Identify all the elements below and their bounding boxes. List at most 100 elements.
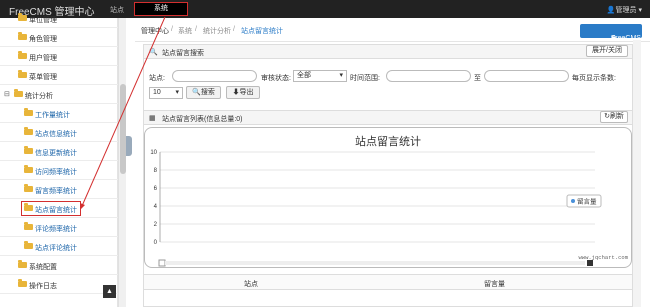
breadcrumb: 管理中心 / 系统 / 统计分析 / 站点留言统计 ◉ FreeCMS ▾ xyxy=(135,18,650,42)
refresh-button[interactable]: ↻刷新 xyxy=(600,111,628,123)
y-tick-label: 8 xyxy=(154,168,158,174)
sidebar-item[interactable]: 站点信息统计 xyxy=(0,123,118,142)
sidebar-item-label: 角色管理 xyxy=(29,36,57,43)
sidebar-item-label: 统计分析 xyxy=(25,93,53,100)
start-date-input[interactable] xyxy=(386,70,471,82)
freecms-dropdown-button[interactable]: ◉ FreeCMS ▾ xyxy=(580,24,642,42)
chart-legend: 留言量 xyxy=(566,194,602,208)
folder-icon xyxy=(18,13,27,21)
user-menu[interactable]: 👤管理员 ▾ xyxy=(607,5,642,15)
folder-icon xyxy=(18,279,27,287)
refresh-label: 刷新 xyxy=(609,113,624,120)
chart-axes: 0 2 4 6 8 10 xyxy=(150,150,595,246)
y-tick-label: 2 xyxy=(154,222,158,228)
main-content: 管理中心 / 系统 / 统计分析 / 站点留言统计 ◉ FreeCMS ▾ 🔍 … xyxy=(135,18,650,307)
folder-icon xyxy=(24,241,33,249)
page-size-label: 每页显示条数: xyxy=(572,75,616,82)
legend-label: 留言量 xyxy=(577,197,597,206)
sidebar-item[interactable]: ⊟ 统计分析 xyxy=(0,85,118,104)
folder-icon xyxy=(24,165,33,173)
folder-icon xyxy=(24,146,33,154)
col-message-count: 留言量 xyxy=(484,281,505,288)
status-value: 全部 xyxy=(297,72,311,79)
time-range-label: 时间范围: xyxy=(350,75,380,82)
sidebar-item-label: 评论频率统计 xyxy=(35,226,77,233)
folder-icon xyxy=(18,70,27,78)
download-icon: ⬇ xyxy=(232,89,240,96)
nav-system[interactable]: 系统 xyxy=(134,2,188,16)
end-date-input[interactable] xyxy=(484,70,569,82)
sidebar-scrollbar[interactable] xyxy=(118,18,126,307)
sidebar-scroll-thumb[interactable] xyxy=(120,84,126,174)
collapse-sidebar-handle[interactable] xyxy=(126,136,132,156)
site-input[interactable] xyxy=(172,70,257,82)
search-icon: 🔍 xyxy=(192,89,201,96)
folder-icon xyxy=(24,108,33,116)
folder-icon xyxy=(18,260,27,268)
sidebar-item[interactable]: 评论频率统计 xyxy=(0,218,118,237)
to-label: 至 xyxy=(474,75,481,82)
page-size-select[interactable]: 10 ▾ xyxy=(149,87,183,99)
chart-watermark: www.jqchart.com xyxy=(578,254,628,261)
sidebar-item-label: 访问频率统计 xyxy=(35,169,77,176)
caret-down-icon: ▾ xyxy=(636,7,642,14)
folder-icon xyxy=(14,89,23,97)
sidebar-item[interactable]: 信息更新统计 xyxy=(0,142,118,161)
chart-zoom-track[interactable] xyxy=(165,261,585,265)
folder-icon xyxy=(24,222,33,230)
sidebar-item-label: 用户管理 xyxy=(29,55,57,62)
y-tick-label: 6 xyxy=(154,186,158,192)
toggle-search-button[interactable]: 展开/关闭 xyxy=(586,45,628,57)
list-panel: ▦ 站点留言列表(信息总量:0) ↻刷新 站点留言统计 0 2 4 6 8 10 留言量 … xyxy=(143,110,633,307)
caret-down-icon: ▾ xyxy=(339,72,343,79)
export-button-label: 导出 xyxy=(239,89,254,96)
sidebar-item[interactable]: 单位管理 xyxy=(0,9,118,28)
sidebar-item-label: 系统配置 xyxy=(29,264,57,271)
main-scrollbar[interactable] xyxy=(633,40,641,307)
y-tick-label: 0 xyxy=(154,240,158,246)
sidebar-item[interactable]: 角色管理 xyxy=(0,28,118,47)
folder-icon xyxy=(18,51,27,59)
sidebar-item[interactable]: 用户管理 xyxy=(0,47,118,66)
chart-canvas: 站点留言统计 0 2 4 6 8 10 留言量 www.jqchart.com xyxy=(150,134,629,267)
breadcrumb-home[interactable]: 管理中心 xyxy=(141,26,169,36)
list-panel-title: 站点留言列表(信息总量:0) xyxy=(162,116,243,123)
sidebar-item[interactable]: 访问频率统计 xyxy=(0,161,118,180)
sidebar-item-label: 菜单管理 xyxy=(29,74,57,81)
sidebar-item[interactable]: 工作量统计 xyxy=(0,104,118,123)
sidebar-item[interactable]: 操作日志 xyxy=(0,275,118,294)
sidebar-item[interactable]: 菜单管理 xyxy=(0,66,118,85)
folder-icon xyxy=(24,184,33,192)
chart-title: 站点留言统计 xyxy=(355,134,421,148)
page-size-value: 10 xyxy=(153,89,161,96)
table-header: 站点 留言量 xyxy=(144,274,632,290)
breadcrumb-system[interactable]: 系统 xyxy=(178,26,192,36)
sidebar-item[interactable]: 站点评论统计 xyxy=(0,237,118,256)
export-button[interactable]: ⬇导出 xyxy=(226,86,260,99)
chart-scroll-left[interactable] xyxy=(158,259,166,267)
search-panel-header: 🔍 站点留言搜索 展开/关闭 xyxy=(144,45,632,59)
sidebar-item-label: 站点信息统计 xyxy=(35,131,77,138)
caret-down-icon: ▾ xyxy=(175,89,179,96)
scroll-top-button[interactable]: ▲ xyxy=(103,285,116,298)
folder-icon xyxy=(18,32,27,40)
status-select[interactable]: 全部 ▾ xyxy=(293,70,347,82)
search-button[interactable]: 🔍搜索 xyxy=(186,86,221,99)
site-label: 站点: xyxy=(149,75,165,82)
chart-container: 站点留言统计 0 2 4 6 8 10 留言量 www.jqchart.com xyxy=(144,127,632,268)
sidebar-item[interactable]: 站点留言统计 xyxy=(0,199,118,218)
user-icon: 👤 xyxy=(606,7,616,14)
search-button-label: 搜索 xyxy=(200,89,215,96)
breadcrumb-stats[interactable]: 统计分析 xyxy=(203,26,231,36)
y-tick-label: 4 xyxy=(154,204,158,210)
breadcrumb-current: 站点留言统计 xyxy=(241,28,283,35)
user-name: 管理员 xyxy=(615,7,637,14)
search-icon: 🔍 xyxy=(149,49,158,56)
legend-marker xyxy=(571,199,575,203)
search-panel: 🔍 站点留言搜索 展开/关闭 站点: 审核状态: 全部 ▾ 时间范围: 至 每页显… xyxy=(143,44,633,118)
collapse-toggle-icon[interactable]: ⊟ xyxy=(4,90,10,98)
toggle-search-label: 展开/关闭 xyxy=(592,47,622,54)
sidebar-item[interactable]: 系统配置 xyxy=(0,256,118,275)
grid-icon: ▦ xyxy=(149,115,156,122)
sidebar-item[interactable]: 留言频率统计 xyxy=(0,180,118,199)
